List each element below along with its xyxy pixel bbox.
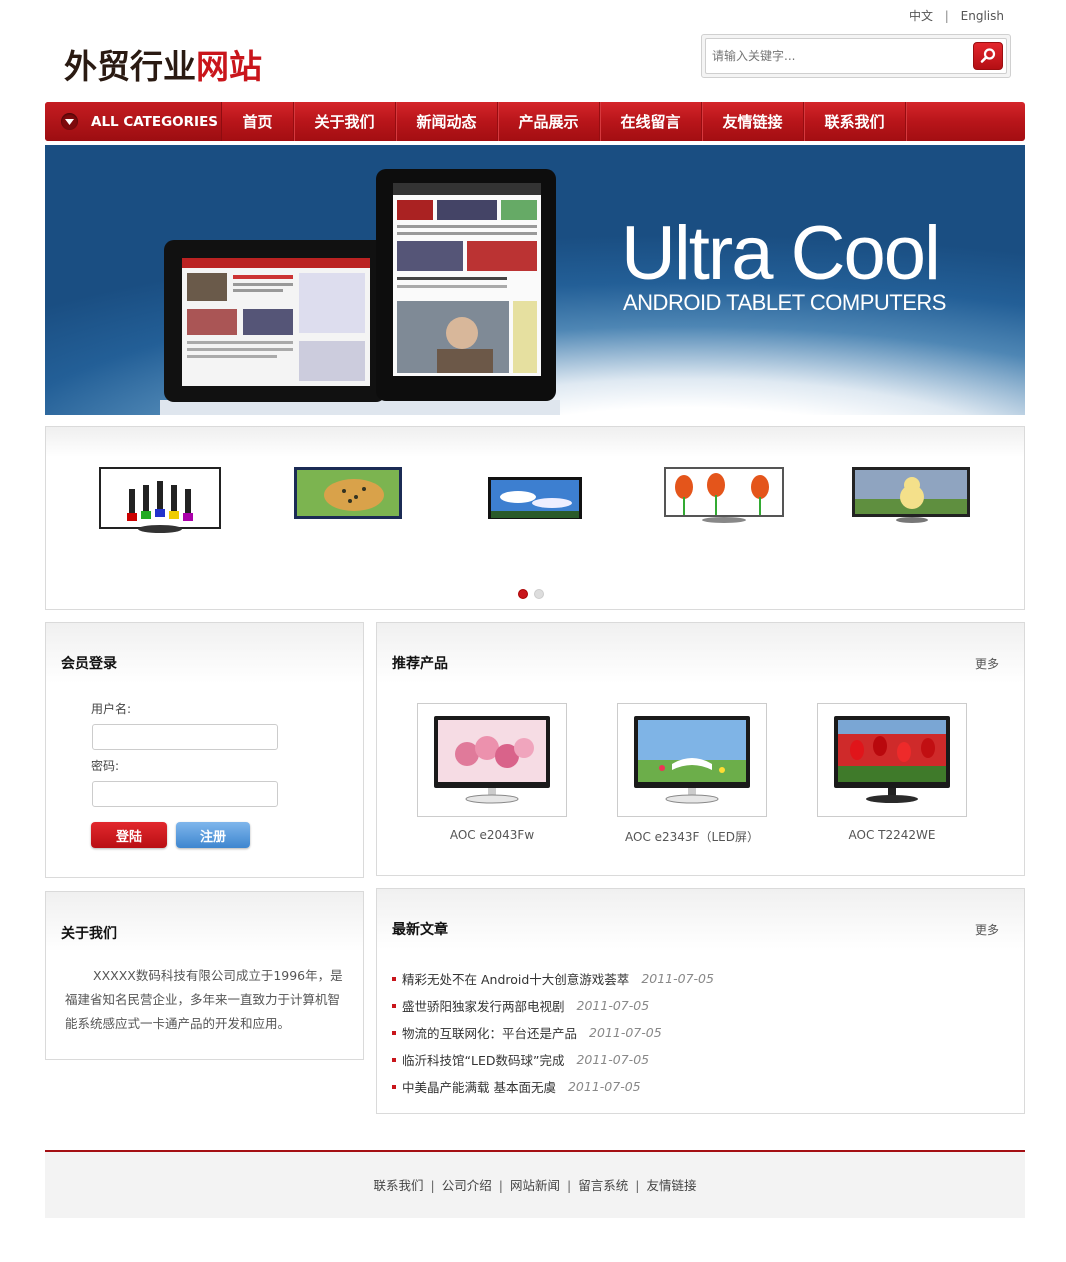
nav-item-news[interactable]: 新闻动态	[396, 102, 498, 141]
tablet-devices-image	[160, 169, 560, 415]
product-name[interactable]: AOC e2343F（LED屏）	[617, 828, 767, 845]
hero-banner[interactable]: Ultra Cool ANDROID TABLET COMPUTERS	[45, 145, 1025, 415]
footer-link-guestbook[interactable]: 留言系统	[578, 1178, 628, 1193]
carousel-thumb-tulips[interactable]	[664, 467, 784, 523]
bullet-icon	[392, 1057, 396, 1062]
nav-item-about[interactable]: 关于我们	[294, 102, 396, 141]
carousel-thumb-chick[interactable]	[852, 467, 970, 523]
recommended-products-panel: 推荐产品 更多 AOC e2043Fw AOC e2343F（LED屏） AOC…	[376, 622, 1025, 876]
product-carousel	[45, 426, 1025, 610]
footer-link-links[interactable]: 友情链接	[646, 1178, 696, 1193]
carousel-pagination	[518, 589, 544, 599]
article-title[interactable]: 精彩无处不在 Android十大创意游戏荟萃	[402, 969, 629, 988]
lang-chinese-link[interactable]: 中文	[909, 9, 933, 23]
all-categories-button[interactable]: ALL CATEGORIES	[45, 102, 222, 141]
product-image-monitor-book	[634, 716, 750, 804]
search-button[interactable]	[973, 42, 1003, 70]
banner-subtitle: ANDROID TABLET COMPUTERS	[623, 290, 946, 315]
carousel-thumb-sky[interactable]	[488, 467, 582, 519]
footer: 联系我们 | 公司介绍 | 网站新闻 | 留言系统 | 友情链接	[45, 1150, 1025, 1218]
footer-separator: |	[498, 1178, 503, 1193]
password-input[interactable]	[92, 781, 278, 807]
carousel-dot-1[interactable]	[518, 589, 528, 599]
products-title: 推荐产品	[392, 656, 448, 672]
article-date: 2011-07-05	[576, 998, 650, 1013]
products-more-link[interactable]: 更多	[975, 655, 999, 672]
site-logo[interactable]: 外贸行业网站	[64, 40, 262, 88]
nav-item-contact[interactable]: 联系我们	[804, 102, 906, 141]
search-field-frame	[705, 38, 1007, 74]
article-item[interactable]: 临沂科技馆“LED数码球”完成 2011-07-05	[392, 1046, 714, 1073]
product-image-monitor-roses	[434, 716, 550, 804]
search-input[interactable]	[706, 39, 956, 73]
article-title[interactable]: 中美晶产能满载 基本面无虞	[402, 1077, 556, 1096]
about-text: XXXXX数码科技有限公司成立于1996年，是福建省知名民营企业，多年来一直致力…	[65, 968, 343, 1031]
password-label: 密码:	[91, 759, 120, 773]
articles-list: 精彩无处不在 Android十大创意游戏荟萃 2011-07-05 盛世骄阳独家发…	[392, 965, 714, 1100]
search-icon	[980, 48, 996, 63]
article-title[interactable]: 临沂科技馆“LED数码球”完成	[402, 1050, 564, 1069]
footer-link-company[interactable]: 公司介绍	[442, 1178, 492, 1193]
article-item[interactable]: 盛世骄阳独家发行两部电视剧 2011-07-05	[392, 992, 714, 1019]
footer-link-news[interactable]: 网站新闻	[510, 1178, 560, 1193]
nav-item-products[interactable]: 产品展示	[498, 102, 600, 141]
register-button[interactable]: 注册	[176, 822, 250, 848]
chevron-down-icon	[61, 113, 78, 130]
article-title[interactable]: 盛世骄阳独家发行两部电视剧	[402, 996, 565, 1015]
article-date: 2011-07-05	[567, 1079, 641, 1094]
about-panel: 关于我们 XXXXX数码科技有限公司成立于1996年，是福建省知名民营企业，多年…	[45, 891, 364, 1060]
nav-item-guestbook[interactable]: 在线留言	[600, 102, 702, 141]
product-image-frame	[817, 703, 967, 817]
all-categories-label: ALL CATEGORIES	[91, 113, 219, 130]
carousel-thumb-leopard[interactable]	[294, 467, 402, 519]
article-item[interactable]: 物流的互联网化：平台还是产品 2011-07-05	[392, 1019, 714, 1046]
footer-link-contact[interactable]: 联系我们	[374, 1178, 424, 1193]
articles-title: 最新文章	[392, 922, 448, 938]
bullet-icon	[392, 976, 396, 981]
articles-more-link[interactable]: 更多	[975, 921, 999, 938]
carousel-dot-2[interactable]	[534, 589, 544, 599]
article-title[interactable]: 物流的互联网化：平台还是产品	[402, 1023, 577, 1042]
footer-separator: |	[567, 1178, 572, 1193]
logo-text-part1: 外贸行业	[64, 47, 196, 86]
login-title: 会员登录	[61, 656, 117, 672]
about-title: 关于我们	[61, 926, 117, 942]
article-date: 2011-07-05	[589, 1025, 662, 1040]
latest-articles-panel: 最新文章 更多 精彩无处不在 Android十大创意游戏荟萃 2011-07-05…	[376, 888, 1025, 1114]
article-item[interactable]: 精彩无处不在 Android十大创意游戏荟萃 2011-07-05	[392, 965, 714, 992]
logo-text-part2: 网站	[196, 47, 262, 86]
login-button[interactable]: 登陆	[91, 822, 167, 848]
product-card[interactable]: AOC e2343F（LED屏）	[617, 703, 767, 845]
footer-separator: |	[635, 1178, 640, 1193]
carousel-thumb-paintbrushes[interactable]	[99, 467, 221, 533]
bullet-icon	[392, 1030, 396, 1035]
product-image-monitor-red-tulips	[834, 716, 950, 803]
lang-english-link[interactable]: English	[961, 9, 1004, 23]
product-image-frame	[617, 703, 767, 817]
product-card[interactable]: AOC T2242WE	[817, 703, 967, 842]
nav-item-links[interactable]: 友情链接	[702, 102, 804, 141]
article-date: 2011-07-05	[641, 971, 714, 986]
banner-title: Ultra Cool	[621, 211, 941, 296]
main-nav: ALL CATEGORIES 首页 关于我们 新闻动态 产品展示 在线留言 友情…	[45, 102, 1025, 141]
bullet-icon	[392, 1003, 396, 1008]
nav-item-home[interactable]: 首页	[222, 102, 294, 141]
product-image-frame	[417, 703, 567, 817]
article-date: 2011-07-05	[576, 1052, 650, 1067]
bullet-icon	[392, 1084, 396, 1089]
search-box	[701, 34, 1011, 78]
product-card[interactable]: AOC e2043Fw	[417, 703, 567, 842]
product-name[interactable]: AOC e2043Fw	[417, 828, 567, 842]
username-input[interactable]	[92, 724, 278, 750]
language-switcher: 中文 | English	[909, 7, 1004, 24]
footer-separator: |	[430, 1178, 435, 1193]
product-name[interactable]: AOC T2242WE	[817, 828, 967, 842]
article-item[interactable]: 中美晶产能满载 基本面无虞 2011-07-05	[392, 1073, 714, 1100]
member-login-panel: 会员登录 用户名: 密码: 登陆 注册	[45, 622, 364, 878]
username-label: 用户名:	[91, 702, 132, 716]
lang-separator: |	[944, 9, 949, 23]
